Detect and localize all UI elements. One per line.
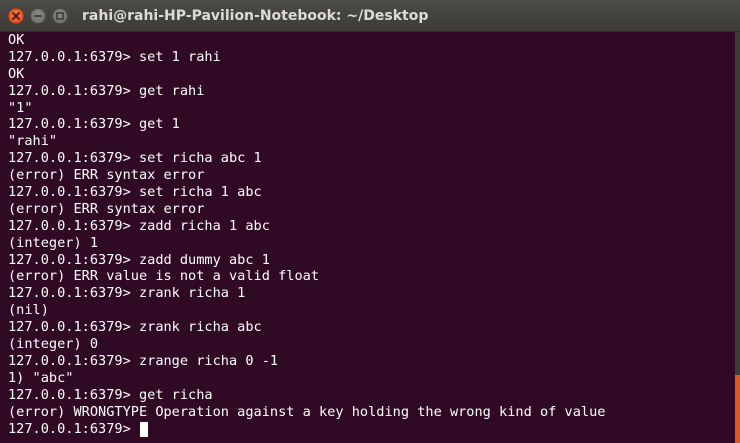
terminal-prompt-line[interactable]: 127.0.0.1:6379> — [8, 421, 148, 438]
terminal-line: 127.0.0.1:6379> set richa abc 1 — [8, 150, 262, 167]
scrollbar-thumb[interactable] — [735, 375, 740, 443]
maximize-button[interactable] — [52, 8, 68, 24]
terminal-line: 127.0.0.1:6379> zadd dummy abc 1 — [8, 251, 270, 268]
terminal-line: (error) ERR syntax error — [8, 167, 205, 184]
terminal-line: 127.0.0.1:6379> get richa — [8, 386, 213, 403]
minimize-button[interactable] — [30, 8, 46, 24]
terminal-line: 127.0.0.1:6379> zrange richa 0 -1 — [8, 352, 279, 369]
terminal-line: 127.0.0.1:6379> set richa 1 abc — [8, 184, 262, 201]
terminal-line: OK — [8, 32, 25, 48]
close-button[interactable] — [8, 8, 24, 24]
terminal-line: (error) WRONGTYPE Operation against a ke… — [8, 403, 606, 420]
terminal-line: 127.0.0.1:6379> get rahi — [8, 82, 205, 99]
terminal-line: (integer) 1 — [8, 234, 99, 251]
terminal-line: 127.0.0.1:6379> zrank richa abc — [8, 319, 262, 336]
scrollbar[interactable] — [735, 32, 740, 443]
terminal-line: 127.0.0.1:6379> zrank richa 1 — [8, 285, 246, 302]
terminal-line: 1) "abc" — [8, 369, 74, 386]
terminal-line: "rahi" — [8, 133, 58, 150]
title-bar[interactable]: rahi@rahi-HP-Pavilion-Notebook: ~/Deskto… — [0, 0, 740, 32]
terminal-lines: OK 127.0.0.1:6379> set 1 rahi OK 127.0.0.1:… — [8, 32, 605, 420]
terminal-line: (integer) 0 — [8, 336, 99, 353]
maximize-icon — [56, 12, 64, 20]
minimize-icon — [34, 15, 42, 17]
terminal-prompt: 127.0.0.1:6379> — [8, 421, 139, 437]
terminal-line: OK — [8, 65, 25, 82]
terminal-line: (nil) — [8, 302, 49, 319]
window-title: rahi@rahi-HP-Pavilion-Notebook: ~/Deskto… — [82, 8, 429, 24]
terminal-window: rahi@rahi-HP-Pavilion-Notebook: ~/Deskto… — [0, 0, 740, 443]
text-cursor — [139, 421, 148, 437]
terminal-line: 127.0.0.1:6379> get 1 — [8, 116, 180, 133]
terminal-line: 127.0.0.1:6379> zadd richa 1 abc — [8, 217, 270, 234]
terminal-line: 127.0.0.1:6379> set 1 rahi — [8, 48, 221, 65]
close-icon — [12, 12, 20, 20]
terminal-line: (error) ERR value is not a valid float — [8, 268, 319, 285]
terminal-line: (error) ERR syntax error — [8, 200, 205, 217]
terminal-line: "1" — [8, 99, 33, 116]
terminal-output[interactable]: OK 127.0.0.1:6379> set 1 rahi OK 127.0.0.1:… — [0, 32, 735, 443]
